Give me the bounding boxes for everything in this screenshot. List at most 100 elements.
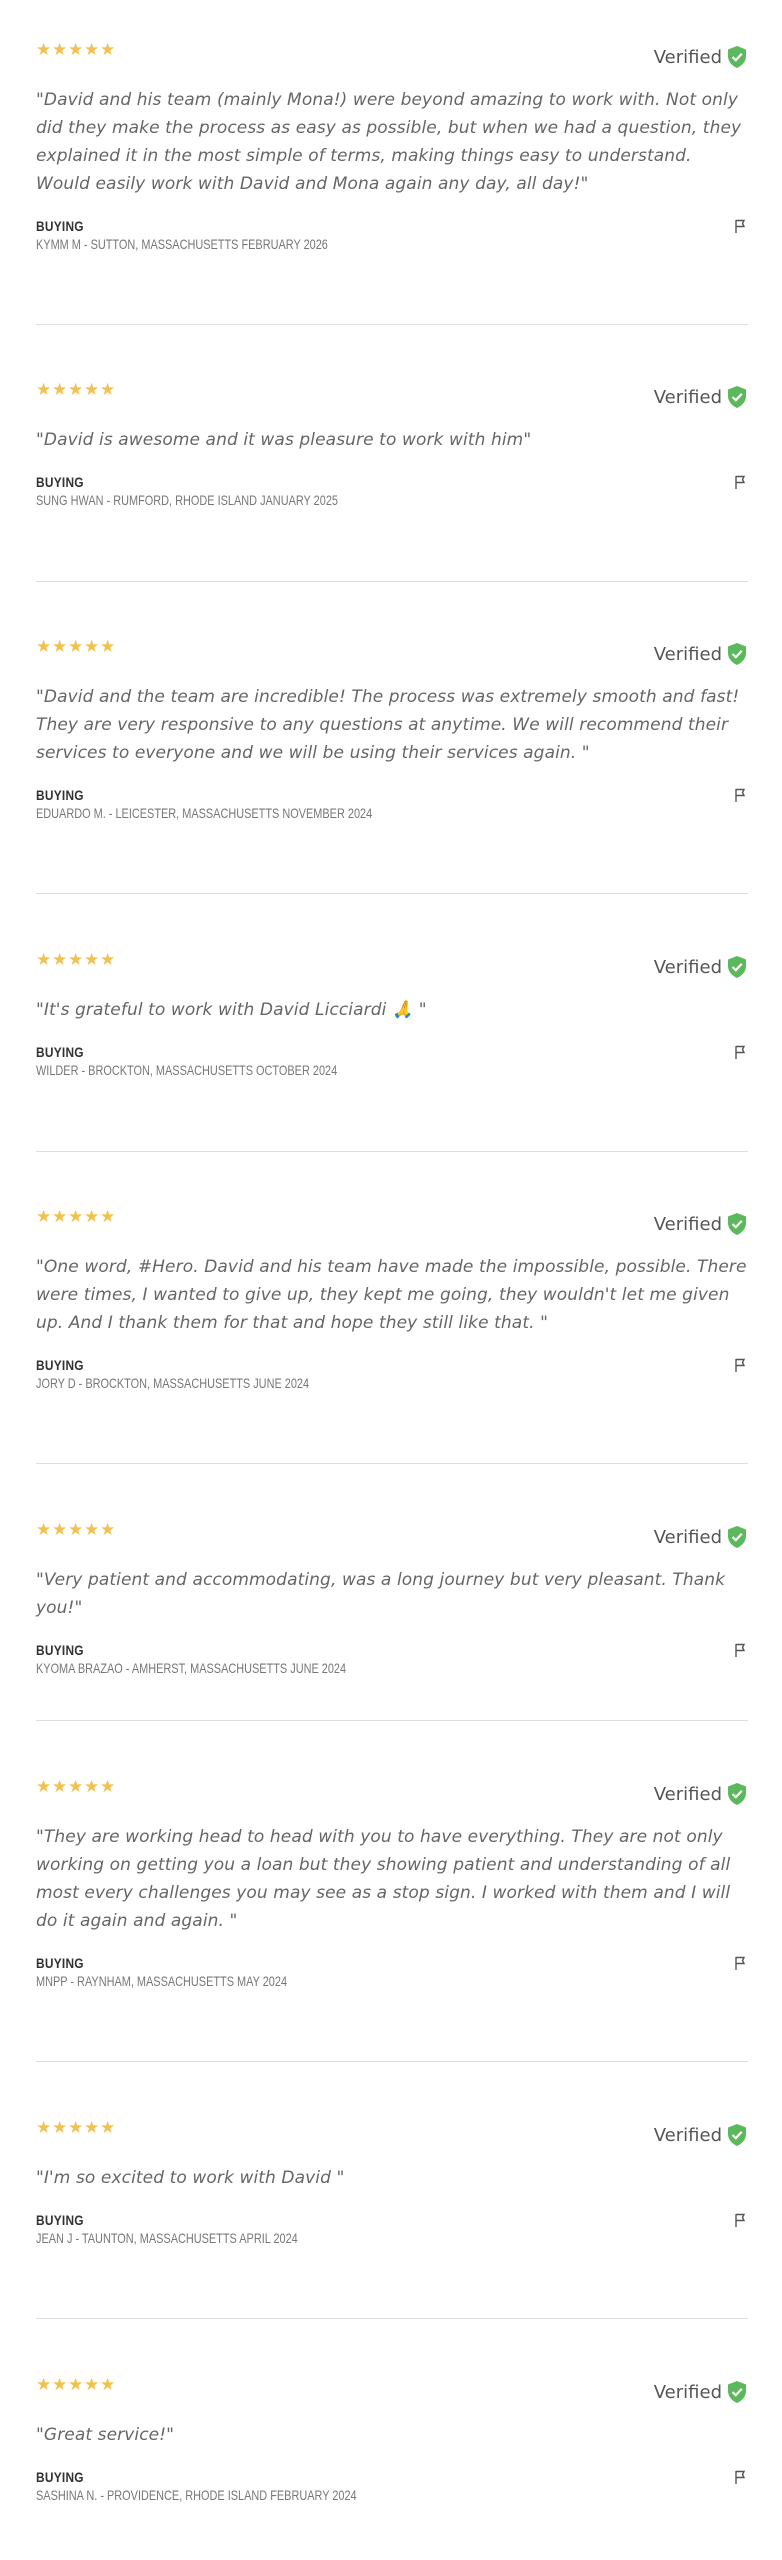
verified-label: Verified	[653, 643, 722, 665]
star-icon: ★	[84, 2375, 100, 2395]
star-icon: ★	[36, 637, 52, 657]
star-icon: ★	[52, 1207, 68, 1227]
divider	[36, 1720, 748, 1721]
divider	[36, 324, 748, 325]
flag-icon[interactable]	[732, 1955, 748, 1971]
star-icon: ★	[68, 40, 84, 60]
star-icon: ★	[100, 2118, 116, 2138]
divider	[36, 1463, 748, 1464]
divider	[36, 2061, 748, 2062]
shield-check-icon	[726, 955, 748, 979]
review-quote: "It's grateful to work with David Liccia…	[36, 1000, 427, 1020]
review-type: BUYING	[36, 1955, 84, 1971]
verified-badge: Verified	[654, 2123, 748, 2147]
review-type: BUYING	[36, 2212, 84, 2228]
star-icon: ★	[52, 2118, 68, 2138]
review-quote: "David and the team are incredible! The …	[36, 687, 740, 763]
review-quote: "David and his team (mainly Mona!) were …	[36, 90, 742, 194]
reviewer-info: JEAN J - TAUNTON, MASSACHUSETTS APRIL 20…	[36, 2230, 298, 2246]
verified-label: Verified	[653, 1213, 722, 1235]
verified-label: Verified	[653, 2124, 722, 2146]
verified-label: Verified	[653, 1783, 722, 1805]
shield-check-icon	[726, 1782, 748, 1806]
review-type: BUYING	[36, 1357, 84, 1373]
review-card: ★ ★ ★ ★ ★ Verified "It's grateful to work wi…	[36, 944, 748, 1078]
flag-icon[interactable]	[732, 218, 748, 234]
divider	[36, 2318, 748, 2319]
reviews-list: ★ ★ ★ ★ ★ Verified "David and his team (main…	[0, 0, 782, 2560]
reviewer-info: SASHINA N. - PROVIDENCE, RHODE ISLAND FE…	[36, 2487, 357, 2503]
review-card: ★ ★ ★ ★ ★ Verified "David and the team are i…	[36, 631, 748, 821]
star-icon: ★	[68, 637, 84, 657]
review-card: ★ ★ ★ ★ ★ Verified "David is awesome and it …	[36, 374, 748, 508]
verified-badge: Verified	[654, 1212, 748, 1236]
star-rating: ★ ★ ★ ★ ★	[36, 380, 116, 400]
star-icon: ★	[68, 1520, 84, 1540]
review-card: ★ ★ ★ ★ ★ Verified "Very patient and accommo…	[36, 1514, 748, 1676]
review-card: ★ ★ ★ ★ ★ Verified "They are working head to…	[36, 1771, 748, 1989]
reviewer-info: KYMM M - SUTTON, MASSACHUSETTS FEBRUARY …	[36, 236, 328, 252]
verified-badge: Verified	[654, 385, 748, 409]
star-icon: ★	[100, 40, 116, 60]
verified-badge: Verified	[654, 642, 748, 666]
review-card: ★ ★ ★ ★ ★ Verified "David and his team (main…	[36, 34, 748, 252]
star-icon: ★	[52, 1520, 68, 1540]
star-icon: ★	[52, 40, 68, 60]
verified-badge: Verified	[654, 2380, 748, 2404]
flag-icon[interactable]	[732, 1044, 748, 1060]
review-quote: "One word, #Hero. David and his team hav…	[36, 1257, 747, 1333]
shield-check-icon	[726, 385, 748, 409]
star-rating: ★ ★ ★ ★ ★	[36, 1777, 116, 1797]
review-card: ★ ★ ★ ★ ★ Verified "I'm so excited to work w…	[36, 2112, 748, 2246]
star-icon: ★	[100, 1207, 116, 1227]
divider	[36, 1151, 748, 1152]
star-icon: ★	[84, 40, 100, 60]
star-icon: ★	[100, 1520, 116, 1540]
reviewer-info: MNPP - RAYNHAM, MASSACHUSETTS MAY 2024	[36, 1973, 288, 1989]
verified-badge: Verified	[654, 1525, 748, 1549]
star-icon: ★	[52, 637, 68, 657]
star-icon: ★	[84, 1207, 100, 1227]
review-quote: "Very patient and accommodating, was a l…	[36, 1570, 726, 1618]
star-icon: ★	[36, 950, 52, 970]
star-icon: ★	[52, 1777, 68, 1797]
star-icon: ★	[68, 950, 84, 970]
star-icon: ★	[36, 2375, 52, 2395]
star-icon: ★	[100, 637, 116, 657]
flag-icon[interactable]	[732, 2469, 748, 2485]
star-icon: ★	[100, 380, 116, 400]
review-quote: "Great service!"	[36, 2425, 175, 2445]
star-icon: ★	[52, 950, 68, 970]
review-type: BUYING	[36, 2469, 84, 2485]
verified-label: Verified	[653, 386, 722, 408]
star-rating: ★ ★ ★ ★ ★	[36, 2375, 116, 2395]
flag-icon[interactable]	[732, 1642, 748, 1658]
star-icon: ★	[68, 1777, 84, 1797]
star-icon: ★	[36, 40, 52, 60]
divider	[36, 893, 748, 894]
review-type: BUYING	[36, 1642, 84, 1658]
verified-badge: Verified	[654, 45, 748, 69]
verified-badge: Verified	[654, 1782, 748, 1806]
reviewer-info: SUNG HWAN - RUMFORD, RHODE ISLAND JANUAR…	[36, 492, 338, 508]
star-icon: ★	[68, 380, 84, 400]
flag-icon[interactable]	[732, 1357, 748, 1373]
star-icon: ★	[84, 1520, 100, 1540]
reviewer-info: KYOMA BRAZAO - AMHERST, MASSACHUSETTS JU…	[36, 1660, 347, 1676]
star-icon: ★	[36, 1777, 52, 1797]
flag-icon[interactable]	[732, 2212, 748, 2228]
star-rating: ★ ★ ★ ★ ★	[36, 1207, 116, 1227]
star-icon: ★	[84, 380, 100, 400]
flag-icon[interactable]	[732, 787, 748, 803]
star-icon: ★	[84, 1777, 100, 1797]
review-type: BUYING	[36, 787, 84, 803]
flag-icon[interactable]	[732, 474, 748, 490]
review-quote: "They are working head to head with you …	[36, 1827, 731, 1931]
verified-label: Verified	[653, 46, 722, 68]
shield-check-icon	[726, 2123, 748, 2147]
reviewer-info: EDUARDO M. - LEICESTER, MASSACHUSETTS NO…	[36, 805, 373, 821]
review-type: BUYING	[36, 1044, 84, 1060]
shield-check-icon	[726, 1212, 748, 1236]
star-rating: ★ ★ ★ ★ ★	[36, 40, 116, 60]
star-icon: ★	[84, 950, 100, 970]
